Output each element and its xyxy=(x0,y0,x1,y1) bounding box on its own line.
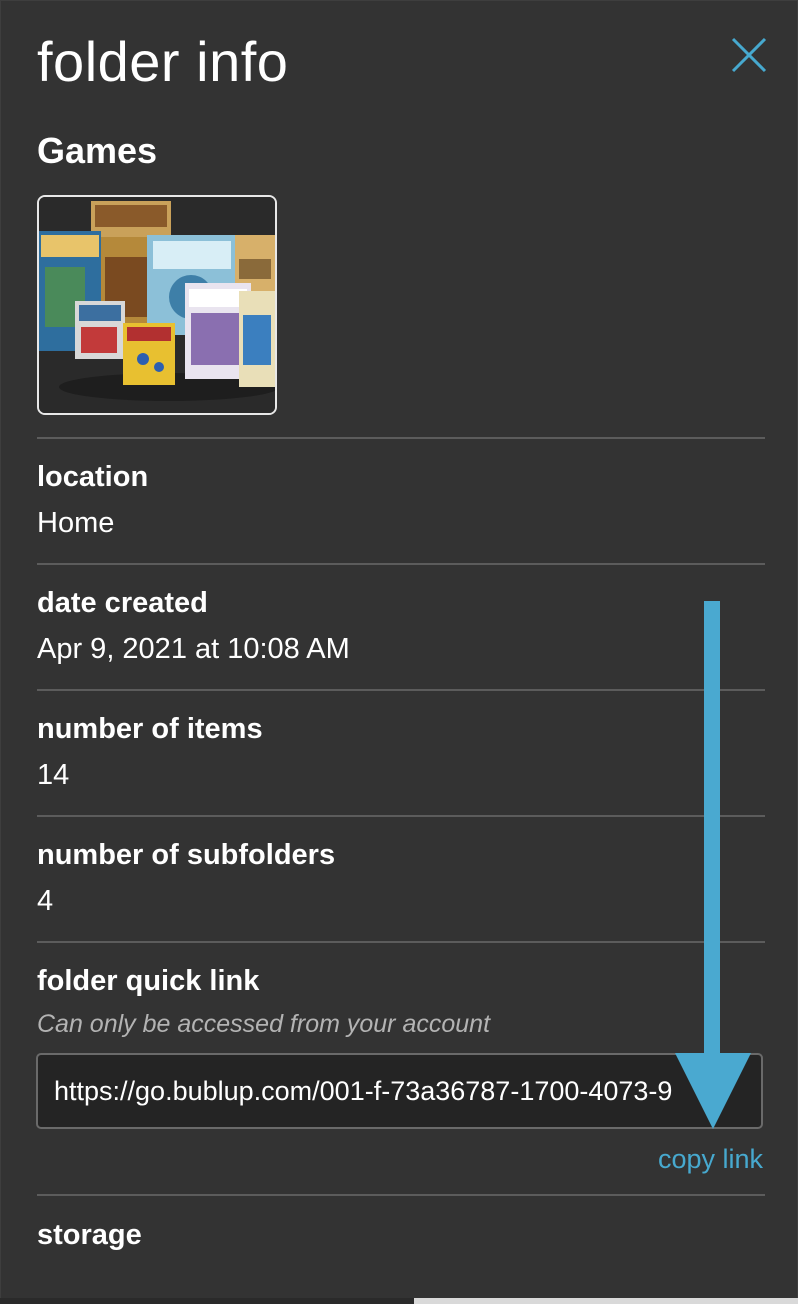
bottom-edge xyxy=(0,1298,798,1304)
folder-thumbnail[interactable] xyxy=(37,195,277,415)
quick-link-input[interactable] xyxy=(38,1055,761,1127)
quick-link-note: Can only be accessed from your account xyxy=(37,1010,491,1038)
quick-link-field[interactable] xyxy=(36,1053,763,1129)
date-created-value: Apr 9, 2021 at 10:08 AM xyxy=(37,633,350,665)
number-of-items-value: 14 xyxy=(37,759,70,791)
divider xyxy=(37,1194,765,1196)
number-of-items-label: number of items xyxy=(37,713,263,745)
number-of-subfolders-label: number of subfolders xyxy=(37,839,336,871)
folder-info-panel: folder info Games location Home date cre… xyxy=(0,0,798,1300)
number-of-subfolders-value: 4 xyxy=(37,885,54,917)
divider xyxy=(37,563,765,565)
divider xyxy=(37,941,765,943)
folder-quick-link-label: folder quick link xyxy=(37,965,260,997)
folder-name: Games xyxy=(37,130,158,171)
annotation-arrow-icon xyxy=(675,601,751,1129)
location-label: location xyxy=(37,461,149,493)
divider xyxy=(37,689,765,691)
close-icon[interactable] xyxy=(727,33,771,77)
bottom-edge-light xyxy=(414,1298,798,1304)
copy-link-button[interactable]: copy link xyxy=(658,1141,763,1177)
location-value: Home xyxy=(37,507,115,539)
close-button[interactable] xyxy=(727,33,771,77)
panel-title: folder info xyxy=(37,30,289,93)
divider xyxy=(37,437,765,439)
divider xyxy=(37,815,765,817)
board-games-thumbnail xyxy=(39,197,275,413)
storage-label: storage xyxy=(37,1219,142,1251)
date-created-label: date created xyxy=(37,587,208,619)
